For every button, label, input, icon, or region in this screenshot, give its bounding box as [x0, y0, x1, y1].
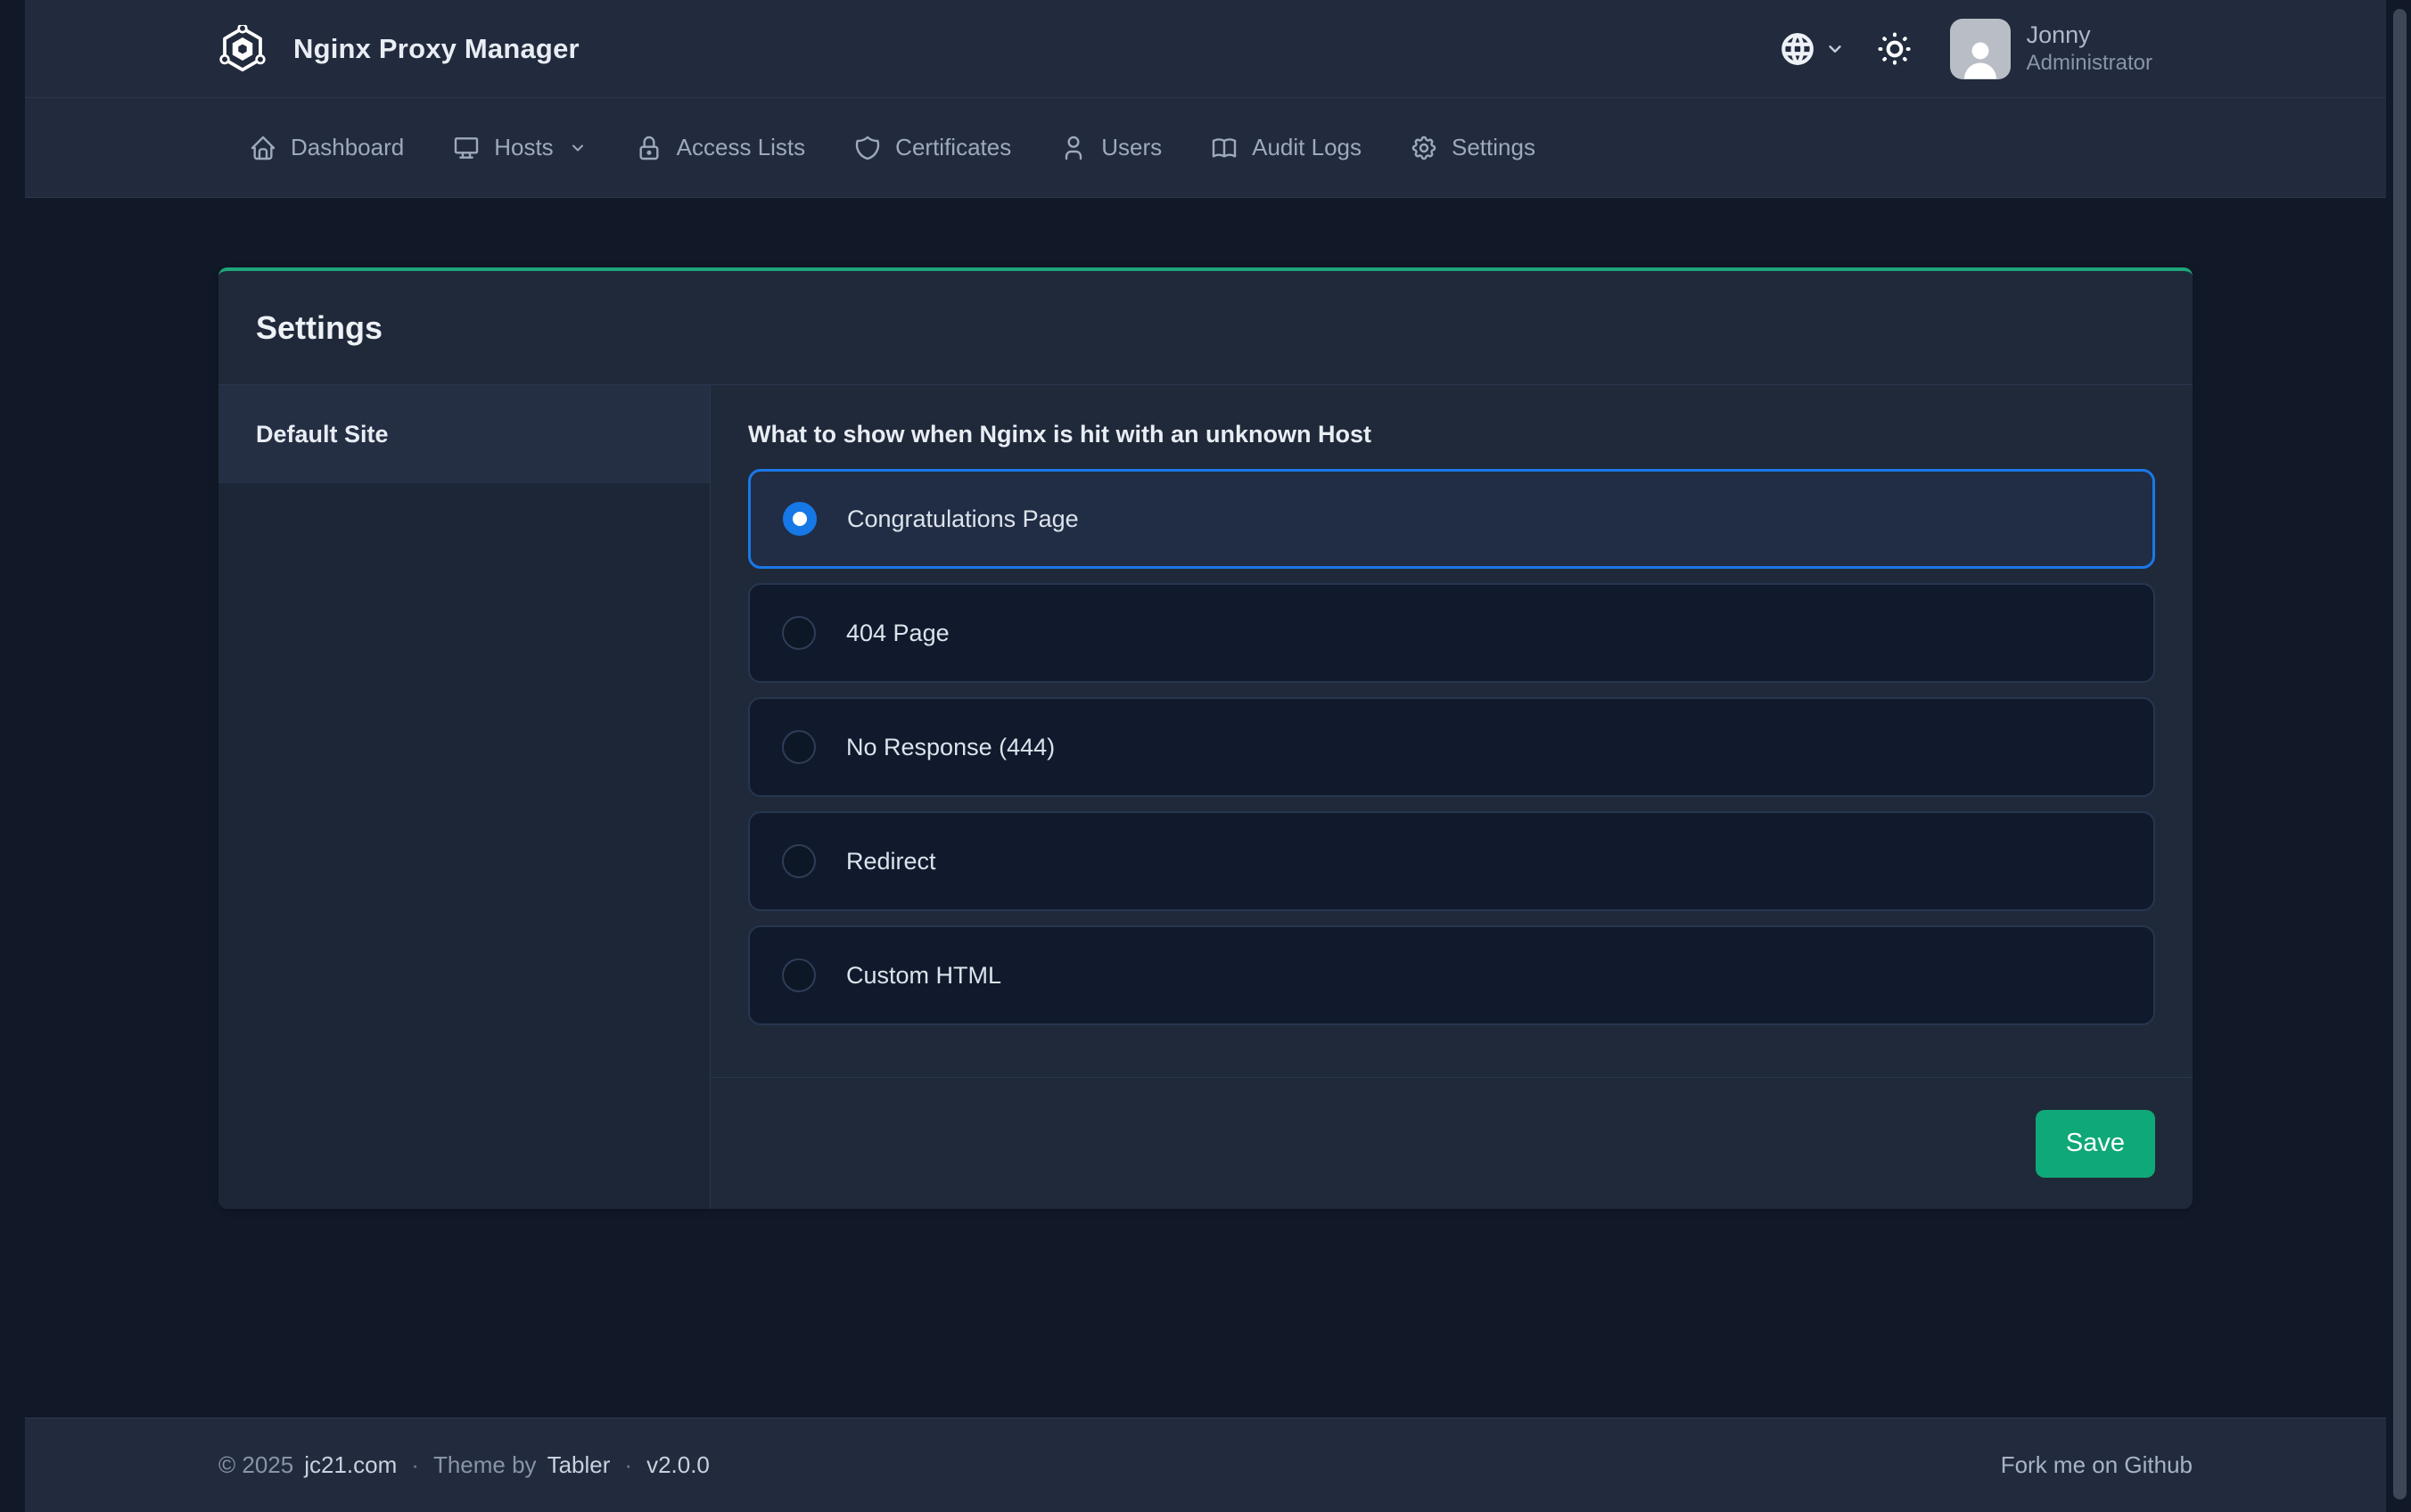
- option-label: No Response (444): [846, 734, 1055, 761]
- page-body: Settings Default Site What to show when …: [0, 198, 2411, 1418]
- shield-icon: [853, 134, 882, 162]
- gear-icon: [1410, 134, 1438, 162]
- nav-label: Dashboard: [291, 134, 404, 161]
- option-custom-html[interactable]: Custom HTML: [748, 925, 2155, 1025]
- app-title: Nginx Proxy Manager: [293, 33, 580, 65]
- settings-card-body: Default Site What to show when Nginx is …: [218, 385, 2193, 1209]
- option-label: Custom HTML: [846, 962, 1001, 990]
- radio-unselected[interactable]: [782, 958, 816, 992]
- nav-label: Users: [1101, 134, 1162, 161]
- nav-item-access-lists[interactable]: Access Lists: [611, 98, 830, 197]
- option-label: Redirect: [846, 848, 936, 875]
- option-congratulations-page[interactable]: Congratulations Page: [748, 469, 2155, 569]
- user-name: Jonny: [2027, 21, 2152, 51]
- chevron-down-icon: [1825, 39, 1845, 59]
- app-viewport: Nginx Proxy Manager: [0, 0, 2411, 1512]
- radio-unselected[interactable]: [782, 844, 816, 878]
- nav-label: Audit Logs: [1252, 134, 1362, 161]
- copyright-text: © 2025: [218, 1451, 293, 1479]
- radio-unselected[interactable]: [782, 730, 816, 764]
- app-footer: © 2025 jc21.com · Theme by Tabler · v2.0…: [25, 1418, 2386, 1512]
- form-question-label: What to show when Nginx is hit with an u…: [748, 419, 2155, 449]
- nav-item-certificates[interactable]: Certificates: [829, 98, 1035, 197]
- settings-section-default-site[interactable]: Default Site: [218, 385, 710, 483]
- version-link[interactable]: v2.0.0: [646, 1451, 710, 1479]
- header-actions: Jonny Administrator: [1779, 19, 2193, 79]
- app-header: Nginx Proxy Manager: [25, 0, 2386, 198]
- radio-selected[interactable]: [783, 502, 817, 536]
- separator-dot: ·: [407, 1451, 423, 1479]
- option-label: Congratulations Page: [847, 505, 1079, 533]
- nav-item-users[interactable]: Users: [1035, 98, 1186, 197]
- nav-label: Access Lists: [677, 134, 806, 161]
- separator-dot: ·: [621, 1451, 636, 1479]
- settings-card: Settings Default Site What to show when …: [218, 267, 2193, 1209]
- settings-card-footer: Save: [711, 1077, 2193, 1209]
- user-icon: [1059, 134, 1088, 162]
- nav-label: Certificates: [895, 134, 1011, 161]
- lock-icon: [635, 134, 663, 162]
- theme-toggle-button[interactable]: [1875, 29, 1914, 69]
- tabler-link[interactable]: Tabler: [547, 1451, 611, 1479]
- default-site-options: Congratulations Page 404 Page No Respons…: [748, 469, 2155, 1025]
- nav-item-dashboard[interactable]: Dashboard: [225, 98, 428, 197]
- chevron-down-icon: [569, 139, 587, 157]
- page-title: Settings: [256, 309, 383, 347]
- option-no-response[interactable]: No Response (444): [748, 697, 2155, 797]
- jc21-link[interactable]: jc21.com: [304, 1451, 397, 1479]
- save-button[interactable]: Save: [2036, 1110, 2155, 1178]
- settings-card-header: Settings: [218, 271, 2193, 385]
- settings-section-list: Default Site: [218, 385, 711, 1209]
- globe-icon: [1779, 30, 1816, 68]
- scrollbar-thumb[interactable]: [2393, 9, 2407, 1500]
- book-icon: [1210, 134, 1238, 162]
- person-silhouette-icon: [1956, 35, 2004, 79]
- option-label: 404 Page: [846, 620, 950, 647]
- theme-by-text: Theme by: [433, 1451, 537, 1479]
- monitor-icon: [452, 134, 481, 162]
- nginx-proxy-manager-logo-icon: [218, 25, 267, 73]
- scrollbar-track[interactable]: [2390, 0, 2411, 1512]
- option-redirect[interactable]: Redirect: [748, 811, 2155, 911]
- language-menu-button[interactable]: [1779, 30, 1845, 68]
- radio-unselected[interactable]: [782, 616, 816, 650]
- nav-item-hosts[interactable]: Hosts: [428, 98, 610, 197]
- option-404-page[interactable]: 404 Page: [748, 583, 2155, 683]
- settings-content: What to show when Nginx is hit with an u…: [711, 385, 2193, 1209]
- user-role: Administrator: [2027, 50, 2152, 77]
- nav-item-settings[interactable]: Settings: [1386, 98, 1559, 197]
- github-link[interactable]: Fork me on Github: [2001, 1451, 2193, 1479]
- avatar[interactable]: [1950, 19, 2011, 79]
- nav-item-audit-logs[interactable]: Audit Logs: [1186, 98, 1386, 197]
- user-menu[interactable]: Jonny Administrator: [2027, 21, 2152, 78]
- sun-icon: [1875, 29, 1914, 69]
- footer-credits: © 2025 jc21.com · Theme by Tabler · v2.0…: [218, 1451, 710, 1479]
- default-site-form: What to show when Nginx is hit with an u…: [711, 385, 2193, 1077]
- nav-label: Settings: [1452, 134, 1535, 161]
- main-nav: Dashboard Hosts Access Lists: [25, 98, 2386, 198]
- home-icon: [249, 134, 277, 162]
- nav-label: Hosts: [494, 134, 553, 161]
- brand: Nginx Proxy Manager: [218, 25, 580, 73]
- header-top-row: Nginx Proxy Manager: [25, 0, 2386, 98]
